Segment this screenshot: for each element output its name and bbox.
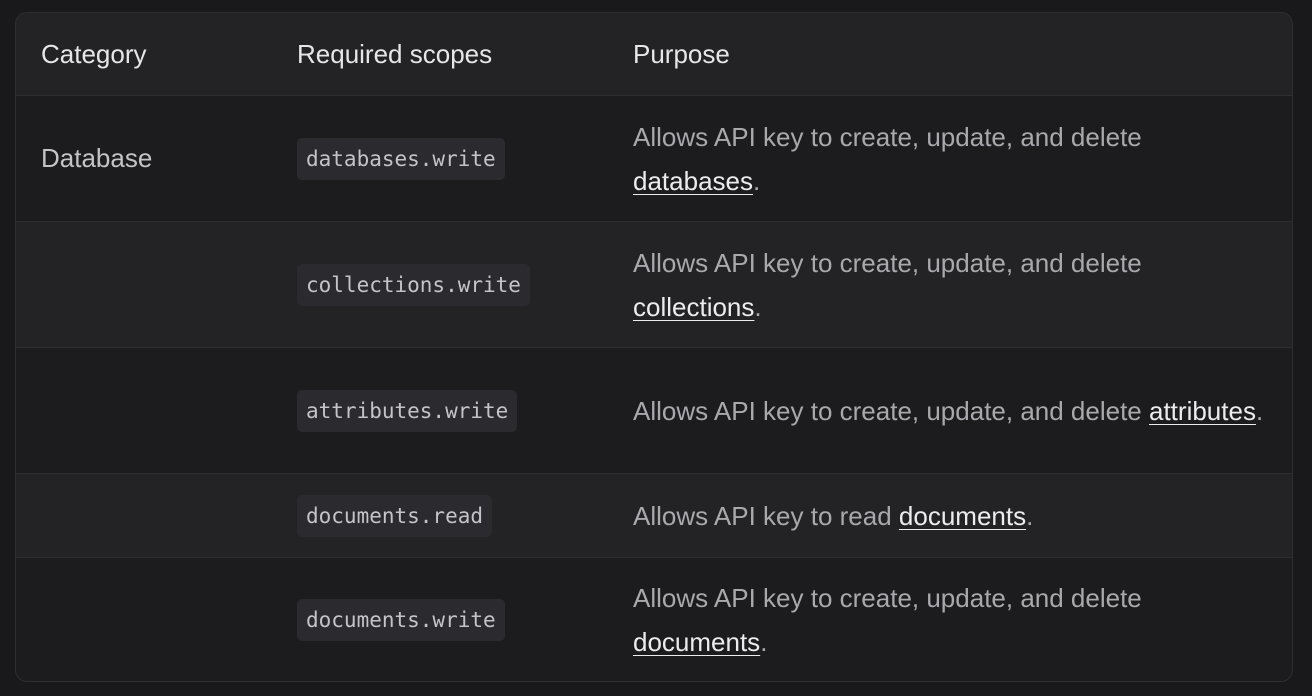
category-label: Database	[41, 143, 153, 173]
purpose-link-documents[interactable]: documents	[633, 627, 760, 657]
category-cell	[41, 222, 271, 347]
table-row: collections.write Allows API key to crea…	[16, 222, 1292, 348]
purpose-text: Allows API key to create, update, and de…	[633, 576, 1273, 664]
purpose-prefix: Allows API key to create, update, and de…	[633, 583, 1142, 613]
header-purpose: Purpose	[633, 38, 730, 69]
purpose-link-documents[interactable]: documents	[899, 501, 1026, 531]
purpose-prefix: Allows API key to create, update, and de…	[633, 247, 1142, 278]
table-row: documents.write Allows API key to create…	[16, 558, 1292, 681]
purpose-prefix: Allows API key to create, update, and de…	[633, 121, 1142, 152]
purpose-link-attributes[interactable]: attributes	[1149, 396, 1256, 426]
header-cell-purpose: Purpose	[633, 13, 1273, 95]
scope-code: documents.write	[297, 599, 505, 641]
purpose-cell: Allows API key to read documents.	[633, 474, 1273, 557]
category-cell	[41, 474, 271, 557]
scope-cell: attributes.write	[297, 348, 627, 473]
purpose-prefix: Allows API key to create, update, and de…	[633, 395, 1149, 426]
purpose-cell: Allows API key to create, update, and de…	[633, 558, 1273, 681]
category-cell	[41, 348, 271, 473]
header-cell-scopes: Required scopes	[297, 13, 627, 95]
purpose-prefix: Allows API key to read	[633, 500, 899, 531]
table-row: attributes.write Allows API key to creat…	[16, 348, 1292, 474]
scope-code: documents.read	[297, 494, 493, 537]
scopes-table: Category Required scopes Purpose Databas…	[15, 12, 1293, 682]
purpose-text: Allows API key to create, update, and de…	[633, 115, 1273, 203]
purpose-suffix: .	[1255, 395, 1264, 426]
scope-cell: collections.write	[297, 222, 627, 347]
purpose-suffix: .	[754, 291, 762, 322]
scope-code: attributes.write	[297, 389, 518, 432]
purpose-text: Allows API key to create, update, and de…	[633, 389, 1263, 433]
category-cell: Database	[41, 96, 271, 221]
purpose-suffix: .	[760, 627, 768, 657]
purpose-link-collections[interactable]: collections	[633, 292, 754, 322]
scope-cell: documents.read	[297, 474, 627, 557]
purpose-cell: Allows API key to create, update, and de…	[633, 96, 1273, 221]
header-required-scopes: Required scopes	[297, 38, 493, 69]
table-row: documents.read Allows API key to read do…	[16, 474, 1292, 558]
scope-code: collections.write	[297, 263, 530, 306]
header-cell-category: Category	[41, 13, 271, 95]
purpose-text: Allows API key to read documents.	[633, 494, 1033, 538]
scope-code: databases.write	[297, 137, 505, 180]
header-category: Category	[41, 38, 147, 69]
purpose-suffix: .	[1026, 500, 1034, 531]
scope-cell: documents.write	[297, 558, 627, 681]
purpose-cell: Allows API key to create, update, and de…	[633, 222, 1273, 347]
category-cell	[41, 558, 271, 681]
table-row: Database databases.write Allows API key …	[16, 96, 1292, 222]
purpose-suffix: .	[752, 165, 761, 196]
purpose-text: Allows API key to create, update, and de…	[633, 241, 1273, 329]
purpose-cell: Allows API key to create, update, and de…	[633, 348, 1273, 473]
purpose-link-databases[interactable]: databases	[633, 166, 753, 196]
scope-cell: databases.write	[297, 96, 627, 221]
table-header-row: Category Required scopes Purpose	[16, 13, 1292, 96]
